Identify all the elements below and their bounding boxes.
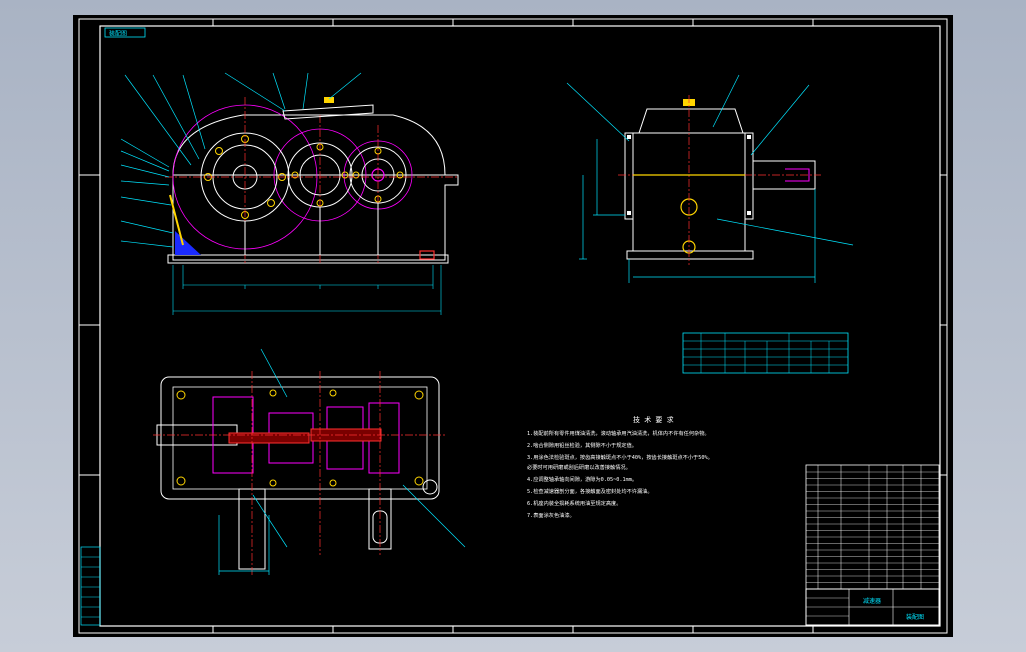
housing-outline bbox=[172, 114, 459, 261]
tech-req-line-1: 1.装配前所有零件用煤油清洗，滚动轴承用汽油清洗，机体内不许有任何杂物。 bbox=[527, 429, 710, 437]
title-block-name: 减速器 bbox=[863, 597, 881, 605]
top-view[interactable] bbox=[153, 348, 466, 575]
side-cover-top bbox=[638, 108, 744, 134]
side-bearing-left bbox=[624, 132, 634, 220]
left-revision-strip bbox=[80, 546, 101, 626]
title-block-sub: 装配图 bbox=[906, 613, 924, 621]
side-housing bbox=[632, 132, 746, 252]
tech-req-line-2: 2.啮合侧隙用铅丝检验，其侧隙不小于规定值。 bbox=[527, 441, 637, 449]
tech-req-line-7: 6.机座内装全损耗系统用油至规定高度。 bbox=[527, 499, 621, 507]
side-view[interactable] bbox=[566, 74, 854, 283]
dimensions-front bbox=[172, 265, 442, 315]
tech-req-line-5: 4.应调整轴承轴向间隙，游隙为0.05~0.1mm。 bbox=[527, 475, 637, 483]
side-base bbox=[626, 250, 754, 260]
tech-req-title: 技 术 要 求 bbox=[633, 415, 674, 424]
parameter-table bbox=[682, 332, 849, 374]
tech-req-line-6: 5.检查减速器剖分面，各接触面及密封处均不许漏油。 bbox=[527, 487, 653, 495]
leader-lines-side bbox=[566, 74, 854, 283]
vent-cap-icon bbox=[324, 97, 334, 103]
cad-viewport[interactable]: 装配图 技 术 要 求 1.装配前所有零件用煤油清洗，滚动轴承用汽油清洗，机体内… bbox=[73, 15, 953, 637]
drawing-canvas: 装配图 技 术 要 求 1.装配前所有零件用煤油清洗，滚动轴承用汽油清洗，机体内… bbox=[78, 18, 948, 634]
parts-list bbox=[805, 464, 940, 590]
title-block: 减速器 装配图 bbox=[805, 588, 940, 626]
side-bearing-right bbox=[744, 132, 754, 220]
border-ticks bbox=[79, 19, 947, 633]
tech-req-line-3: 3.用涂色法检验斑点，按齿高接触斑点不小于40%，按齿长接触斑点不小于50%。 bbox=[527, 453, 713, 461]
tech-req-line-8: 7.表面涂灰色油漆。 bbox=[527, 511, 575, 519]
tech-requirements: 技 术 要 求 1.装配前所有零件用煤油清洗，滚动轴承用汽油清洗，机体内不许有任… bbox=[527, 415, 713, 519]
outer-frame bbox=[78, 18, 948, 634]
plan-drain-boss bbox=[422, 479, 438, 495]
inspection-cover bbox=[282, 104, 374, 120]
section-hatch bbox=[175, 231, 201, 255]
centerlines-side bbox=[618, 95, 821, 265]
centerlines-plan bbox=[153, 371, 445, 575]
tech-req-line-4: 必要时可用研磨或刮后研磨以改善接触情况。 bbox=[527, 463, 631, 471]
leader-lines-plan bbox=[218, 348, 466, 575]
base-flange bbox=[167, 254, 449, 264]
drawing-code-label: 装配图 bbox=[109, 30, 127, 38]
front-view[interactable] bbox=[120, 72, 459, 315]
inner-frame bbox=[99, 25, 941, 627]
